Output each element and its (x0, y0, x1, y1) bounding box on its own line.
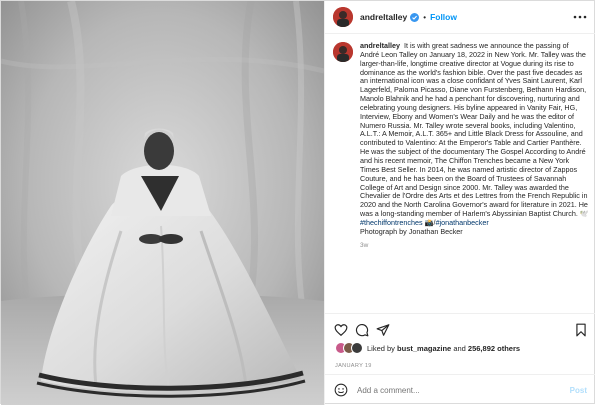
likes-count[interactable]: 256,892 others (468, 344, 520, 353)
profile-username[interactable]: andreltalley (360, 12, 407, 22)
liker-avatar[interactable] (351, 342, 363, 354)
caption-area: andreltalley It is with great sadness we… (325, 34, 595, 310)
hashtag-jonathanbecker[interactable]: #jonathanbecker (436, 218, 489, 227)
profile-avatar[interactable] (333, 7, 353, 27)
caption: andreltalley It is with great sadness we… (360, 41, 589, 310)
comment-bar: Post (325, 374, 595, 405)
verified-badge-icon (410, 12, 420, 22)
bookmark-icon[interactable] (574, 323, 588, 337)
instagram-post: andreltalley • Follow andreltalley It is… (0, 0, 595, 405)
post-comment-button[interactable]: Post (570, 386, 587, 395)
comment-input[interactable] (357, 385, 547, 395)
hashtag-thechiffontrenches[interactable]: #thechiffontrenches (360, 218, 423, 227)
more-options-icon[interactable] (573, 11, 587, 23)
action-bar (325, 313, 595, 337)
liked-by-user[interactable]: bust_magazine (397, 344, 451, 353)
likes-prefix: Liked by (367, 343, 395, 353)
caption-text: It is with great sadness we announce the… (360, 41, 589, 219)
separator-dot: • (423, 12, 427, 22)
caption-avatar[interactable] (333, 42, 353, 62)
share-icon[interactable] (376, 323, 390, 337)
heart-icon[interactable] (334, 323, 348, 337)
portrait-photo-illustration (1, 1, 324, 405)
post-header: andreltalley • Follow (325, 1, 595, 34)
emoji-icon[interactable] (334, 383, 348, 397)
caption-age: 3w (360, 241, 369, 249)
camera-emoji: 📸/ (424, 217, 436, 227)
post-side-panel: andreltalley • Follow andreltalley It is… (324, 1, 595, 405)
likes-summary: Liked by bust_magazine and 256,892 other… (335, 342, 520, 354)
likes-and: and (453, 343, 466, 353)
follow-button[interactable]: Follow (430, 12, 457, 22)
caption-username[interactable]: andreltalley (360, 41, 400, 50)
photo-credit: Photograph by Jonathan Becker (360, 226, 463, 236)
post-date[interactable]: JANUARY 19 (335, 363, 372, 369)
post-photo[interactable] (1, 1, 324, 405)
comment-icon[interactable] (355, 323, 369, 337)
